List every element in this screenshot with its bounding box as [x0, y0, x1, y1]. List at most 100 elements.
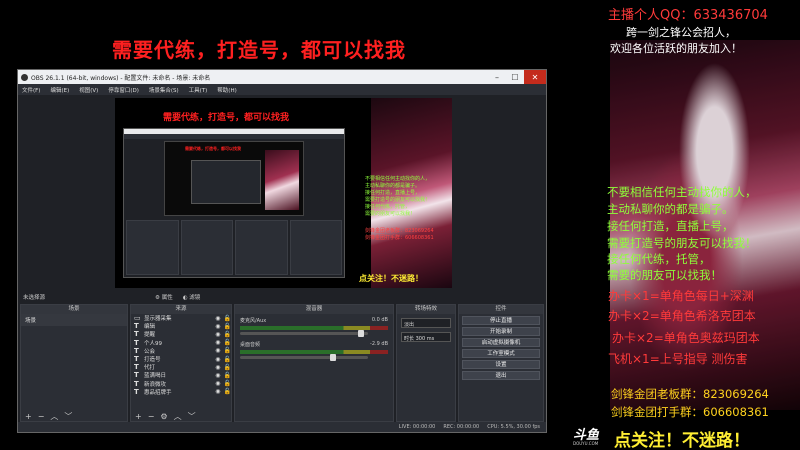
preview-headline: 需要代练，打造号，都可以找我 — [163, 113, 290, 123]
lock-icon[interactable]: 🔓 — [224, 388, 231, 395]
remove-scene-button[interactable]: − — [38, 412, 45, 421]
visibility-eye-icon[interactable]: ◉ — [215, 364, 220, 371]
remove-source-button[interactable]: − — [148, 412, 155, 421]
visibility-eye-icon[interactable]: ◉ — [215, 372, 220, 379]
lock-icon[interactable]: 🔓 — [224, 347, 231, 354]
sources-header: 来源 — [131, 305, 231, 314]
source-item[interactable]: T 惠品招牌手 ◉ 🔓 — [131, 388, 231, 396]
duration-label: 时长 — [404, 336, 415, 342]
visibility-eye-icon[interactable]: ◉ — [215, 323, 220, 330]
volume-slider-knob[interactable] — [357, 330, 364, 337]
add-scene-button[interactable]: + — [25, 412, 32, 421]
rec-status: REC: 00:00:00 — [443, 424, 480, 430]
text-source-icon: T — [134, 346, 139, 355]
source-label: 显示器采集 — [144, 316, 172, 323]
visibility-eye-icon[interactable]: ◉ — [215, 339, 220, 346]
source-item[interactable]: T 代打 ◉ 🔓 — [131, 363, 231, 371]
visibility-eye-icon[interactable]: ◉ — [215, 388, 220, 395]
text-source-icon: T — [134, 330, 139, 339]
text-source-icon: T — [134, 371, 139, 380]
source-item[interactable]: T 编辑 ◉ 🔓 — [131, 322, 231, 330]
nested-obs-window: 需要代练，打造号，都可以找我 — [123, 128, 345, 278]
volume-slider[interactable] — [240, 330, 368, 337]
scene-item[interactable]: 场景 — [21, 314, 127, 326]
preview-red-text: 剑锋金团老板群：823069264 剑锋金团打手群：606608361 — [365, 228, 451, 242]
move-up-icon[interactable]: ︿ — [50, 411, 58, 422]
menu-file[interactable]: 文件(F) — [22, 86, 40, 94]
visibility-eye-icon[interactable]: ◉ — [215, 315, 220, 322]
source-label: 蓝满喝日 — [144, 373, 167, 380]
visibility-eye-icon[interactable]: ◉ — [215, 331, 220, 338]
exit-button[interactable]: 退出 — [462, 371, 540, 380]
filters-button[interactable]: ◐ 滤镜 — [183, 293, 201, 301]
obs-preview[interactable]: 需要代练，打造号，都可以找我 需要代练，打造号，都可以找我 不要相信任何主动找你… — [115, 98, 452, 288]
source-item[interactable]: T 新浪微攻 ◉ 🔓 — [131, 380, 231, 388]
visibility-eye-icon[interactable]: ◉ — [215, 380, 220, 387]
visibility-eye-icon[interactable]: ◉ — [215, 347, 220, 354]
source-label: 公会 — [144, 348, 156, 355]
lock-icon[interactable]: 🔓 — [224, 356, 231, 363]
channel-name: 桌面音频 — [240, 342, 261, 348]
menu-view[interactable]: 视图(V) — [79, 86, 98, 94]
audio-mixer-dock: 混音器 麦克风/Aux 0.0 dB 桌面音频 -2.9 dB — [234, 304, 394, 422]
lock-icon[interactable]: 🔓 — [224, 339, 231, 346]
lock-icon[interactable]: 🔓 — [224, 331, 231, 338]
menu-tools[interactable]: 工具(T) — [189, 86, 208, 94]
headline-banner: 需要代练，打造号，都可以找我 — [112, 38, 406, 62]
volume-slider-knob[interactable] — [329, 354, 336, 361]
move-down-icon[interactable]: ﹀ — [64, 411, 72, 422]
minimize-button[interactable]: – — [488, 70, 506, 84]
price-line: 飞机×1=上号指导 测伤害 — [608, 352, 748, 366]
virtual-camera-button[interactable]: 启动虚拟摄像机 — [462, 338, 540, 347]
lock-icon[interactable]: 🔓 — [224, 323, 231, 330]
source-item[interactable]: T 蓝满喝日 ◉ 🔓 — [131, 371, 231, 379]
channel-name: 麦克风/Aux — [240, 318, 267, 324]
menu-scene-collection[interactable]: 场景集合(S) — [149, 86, 179, 94]
transition-duration[interactable]: 时长 300 ms — [401, 332, 451, 342]
mixer-header: 混音器 — [235, 305, 393, 314]
text-source-icon: T — [134, 338, 139, 347]
start-recording-button[interactable]: 开始录制 — [462, 327, 540, 336]
menu-edit[interactable]: 编辑(E) — [50, 86, 69, 94]
lock-icon[interactable]: 🔓 — [224, 364, 231, 371]
menu-docks[interactable]: 停靠窗口(D) — [108, 86, 139, 94]
add-source-button[interactable]: + — [135, 412, 142, 421]
preview-green-line: 需要打造号的朋友可以找我！ — [365, 197, 431, 203]
source-item[interactable]: T 个人99 ◉ 🔓 — [131, 339, 231, 347]
studio-mode-button[interactable]: 工作室模式 — [462, 349, 540, 358]
obs-window-title: OBS 26.1.1 (64-bit, windows) - 配置文件: 未命名… — [31, 74, 211, 82]
source-item[interactable]: ▭ 显示器采集 ◉ 🔓 — [131, 314, 231, 322]
dock-area: 场景 场景 + − ︿ ﹀ 来源 ▭ 显示器采集 ◉ 🔓 T 编辑 ◉ 🔓 T 提醒 ◉ 🔓 T个… — [20, 304, 544, 422]
source-item[interactable]: T 提醒 ◉ 🔓 — [131, 330, 231, 338]
lock-icon[interactable]: 🔓 — [224, 315, 231, 322]
visibility-eye-icon[interactable]: ◉ — [215, 356, 220, 363]
obs-window: OBS 26.1.1 (64-bit, windows) - 配置文件: 未命名… — [17, 69, 547, 433]
properties-button[interactable]: ⚙ 属性 — [155, 293, 173, 301]
gear-icon[interactable]: ⚙ — [160, 412, 167, 421]
text-source-icon: T — [134, 387, 139, 396]
guild-line: 跨一剑之锋公会招人， — [626, 26, 736, 39]
close-button[interactable]: ✕ — [524, 70, 546, 84]
source-item[interactable]: T 打造号 ◉ 🔓 — [131, 355, 231, 363]
move-down-icon[interactable]: ﹀ — [188, 411, 196, 422]
menu-help[interactable]: 帮助(H) — [217, 86, 236, 94]
warning-line: 主动私聊你的都是骗子。 — [607, 202, 734, 216]
host-qq-text: 主播个人QQ：633436704 — [608, 8, 768, 23]
controls-header: 控件 — [459, 305, 543, 314]
preview-green-line: 需要的朋友可以找我！ — [365, 211, 416, 217]
maximize-button[interactable]: ☐ — [506, 70, 524, 84]
stop-streaming-button[interactable]: 停止直播 — [462, 316, 540, 325]
source-label: 惠品招牌手 — [144, 389, 172, 396]
lock-icon[interactable]: 🔓 — [224, 380, 231, 387]
settings-button[interactable]: 设置 — [462, 360, 540, 369]
transition-select[interactable]: 淡出 — [401, 318, 451, 328]
preview-green-line: 接任何代练，托管， — [365, 204, 411, 210]
service-line: 需要的朋友可以找我！ — [607, 268, 722, 282]
move-up-icon[interactable]: ︿ — [174, 411, 182, 422]
preview-green-line: 主动私聊你的都是骗子。 — [365, 183, 421, 189]
volume-slider[interactable] — [240, 354, 368, 361]
lock-icon[interactable]: 🔓 — [224, 372, 231, 379]
source-item[interactable]: T 公会 ◉ 🔓 — [131, 347, 231, 355]
mixer-channel: 桌面音频 -2.9 dB — [235, 338, 393, 362]
nested-dock — [289, 220, 342, 275]
